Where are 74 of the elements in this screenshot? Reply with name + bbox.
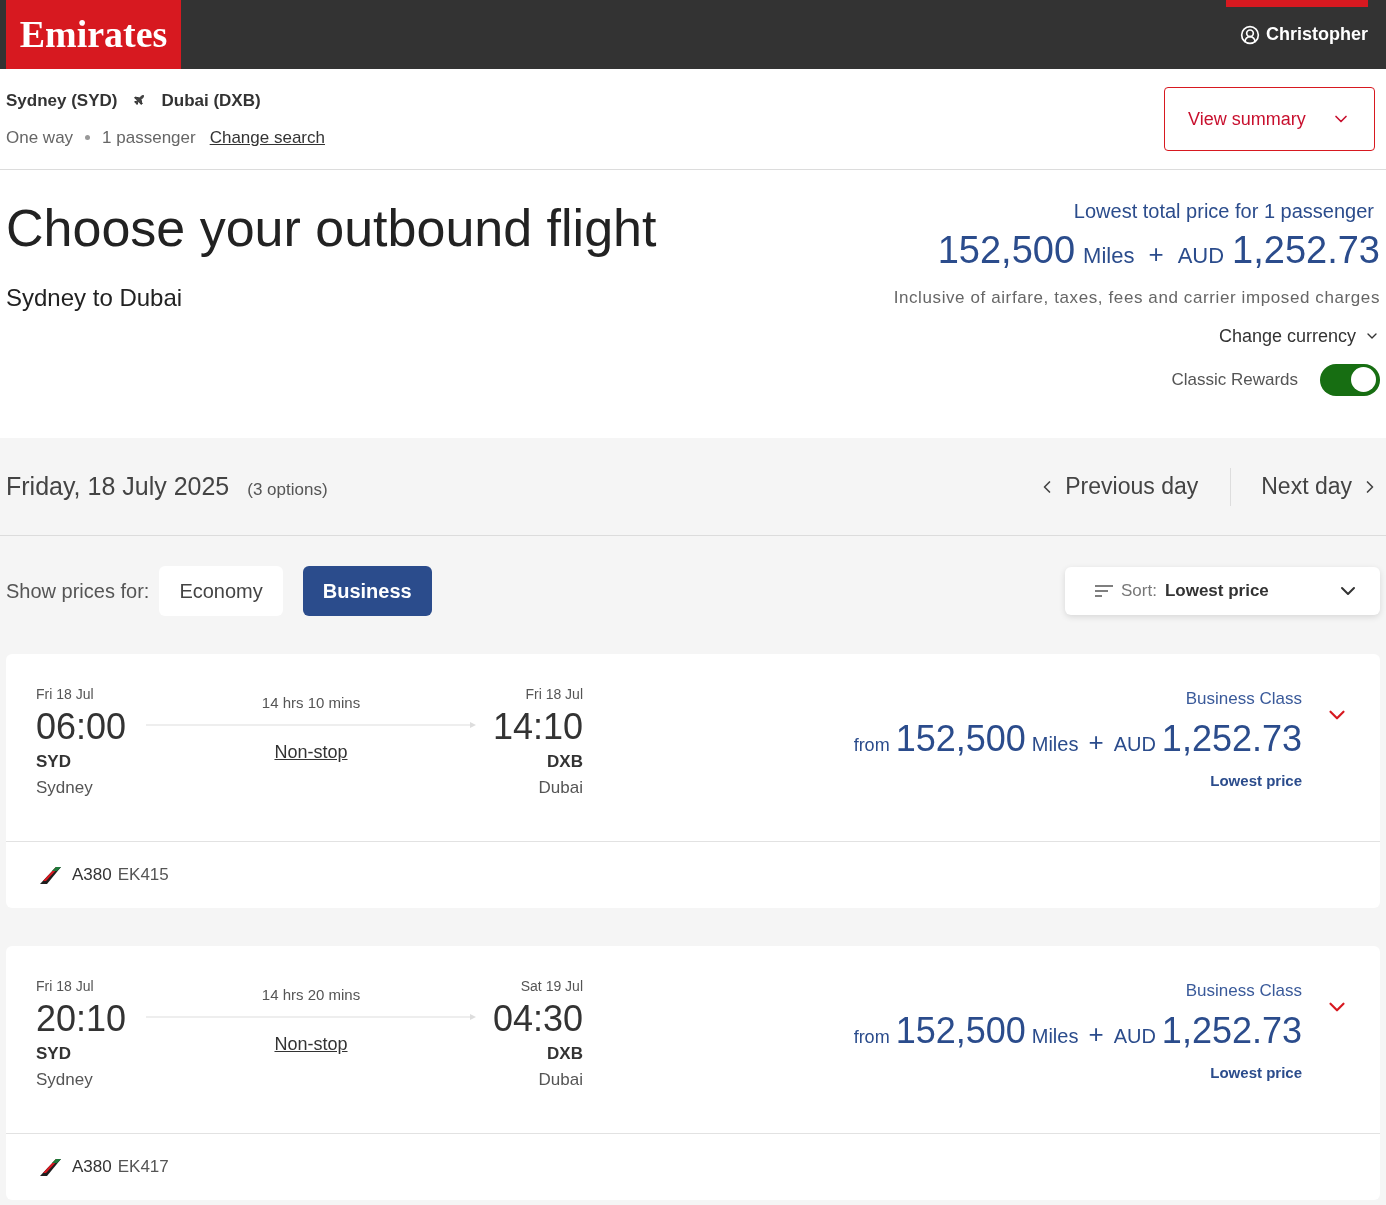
plane-icon <box>133 94 146 107</box>
lowest-price-label: Lowest total price for 1 passenger <box>1073 199 1375 224</box>
price-note: Inclusive of airfare, taxes, fees and carrier imposed charges <box>893 287 1380 309</box>
lowest-price-label: Lowest price <box>1210 1062 1302 1083</box>
flight-number: EK417 <box>117 1156 169 1179</box>
airline-tail-logo-icon <box>38 1157 62 1177</box>
sort-dropdown[interactable]: Sort: Lowest price <box>1065 567 1380 615</box>
cabin-option-button[interactable]: Economy <box>159 566 283 616</box>
destination-city: Dubai (DXB) <box>161 89 261 112</box>
arrival-date: Sat 19 Jul <box>520 977 583 996</box>
miles-unit: Miles <box>1031 731 1079 757</box>
change-search-link[interactable]: Change search <box>209 125 325 151</box>
show-prices-label: Show prices for: <box>6 579 150 604</box>
departure-code: SYD <box>36 751 72 773</box>
trip-type: One way <box>6 127 74 149</box>
user-icon <box>1240 24 1260 45</box>
departure-code: SYD <box>36 1043 72 1065</box>
emirates-logo[interactable]: Emirates <box>6 0 181 69</box>
selected-date: Friday, 18 July 2025 <box>6 470 230 502</box>
miles-amount: 152,500 <box>895 1008 1026 1053</box>
passenger-count: 1 passenger <box>102 127 196 149</box>
departure-time: 06:00 <box>36 705 128 749</box>
options-count: (3 options) <box>247 478 328 501</box>
airline-tail-logo-icon <box>38 865 62 885</box>
currency-code: AUD <box>1113 1023 1156 1049</box>
plus-sign: + <box>1088 1017 1104 1051</box>
flight-duration: 14 hrs 10 mins <box>261 693 361 713</box>
arrival-time: 04:30 <box>492 997 583 1041</box>
from-label: from <box>853 1025 890 1049</box>
previous-day-button[interactable]: Previous day <box>1037 467 1232 506</box>
departure-time: 20:10 <box>36 997 128 1041</box>
departure-date: Fri 18 Jul <box>36 685 95 704</box>
arrival-code: DXB <box>547 1043 583 1065</box>
aircraft-type: A380 <box>72 1156 112 1179</box>
arrival-time: 14:10 <box>492 705 583 749</box>
arrival-code: DXB <box>547 751 583 773</box>
departure-date: Fri 18 Jul <box>36 977 95 996</box>
plus-sign: + <box>1088 725 1104 759</box>
miles-amount: 152,500 <box>895 716 1026 761</box>
sort-label: Sort: <box>1121 580 1157 603</box>
miles-unit: Miles <box>1031 1023 1079 1049</box>
sort-value: Lowest price <box>1164 580 1269 603</box>
lowest-price-label: Lowest price <box>1210 770 1302 791</box>
cabin-option-button[interactable]: Business <box>302 566 432 616</box>
next-day-button[interactable]: Next day <box>1231 467 1380 506</box>
from-label: from <box>853 733 890 757</box>
cash-amount: 1,252.73 <box>1232 228 1380 273</box>
route-subtitle: Sydney to Dubai <box>6 283 184 313</box>
stops-link[interactable]: Non-stop <box>274 1030 348 1058</box>
cabin-class-label: Business Class <box>1185 980 1302 1002</box>
aircraft-type: A380 <box>72 864 112 887</box>
departure-city: Sydney <box>36 776 94 799</box>
miles-unit: Miles <box>1083 242 1135 270</box>
classic-rewards-toggle[interactable] <box>1320 363 1380 396</box>
stops-link[interactable]: Non-stop <box>274 738 348 766</box>
page-title: Choose your outbound flight <box>6 198 657 259</box>
currency-code: AUD <box>1177 242 1225 270</box>
cabin-class-label: Business Class <box>1185 688 1302 710</box>
arrival-date: Fri 18 Jul <box>525 685 583 704</box>
arrival-city: Dubai <box>538 1068 583 1091</box>
change-currency-button[interactable]: Change currency <box>1218 322 1380 350</box>
flight-number: EK415 <box>117 864 169 887</box>
sort-icon <box>1095 584 1113 598</box>
miles-amount: 152,500 <box>937 228 1076 273</box>
currency-code: AUD <box>1113 731 1156 757</box>
origin-city: Sydney (SYD) <box>6 89 118 112</box>
cash-amount: 1,252.73 <box>1161 716 1302 761</box>
flight-duration: 14 hrs 20 mins <box>261 985 361 1005</box>
view-summary-button[interactable]: View summary <box>1164 87 1375 151</box>
classic-rewards-label: Classic Rewards <box>1171 368 1298 391</box>
departure-city: Sydney <box>36 1068 94 1091</box>
cash-amount: 1,252.73 <box>1161 1008 1302 1053</box>
arrival-city: Dubai <box>538 776 583 799</box>
plus-sign: + <box>1148 238 1164 271</box>
